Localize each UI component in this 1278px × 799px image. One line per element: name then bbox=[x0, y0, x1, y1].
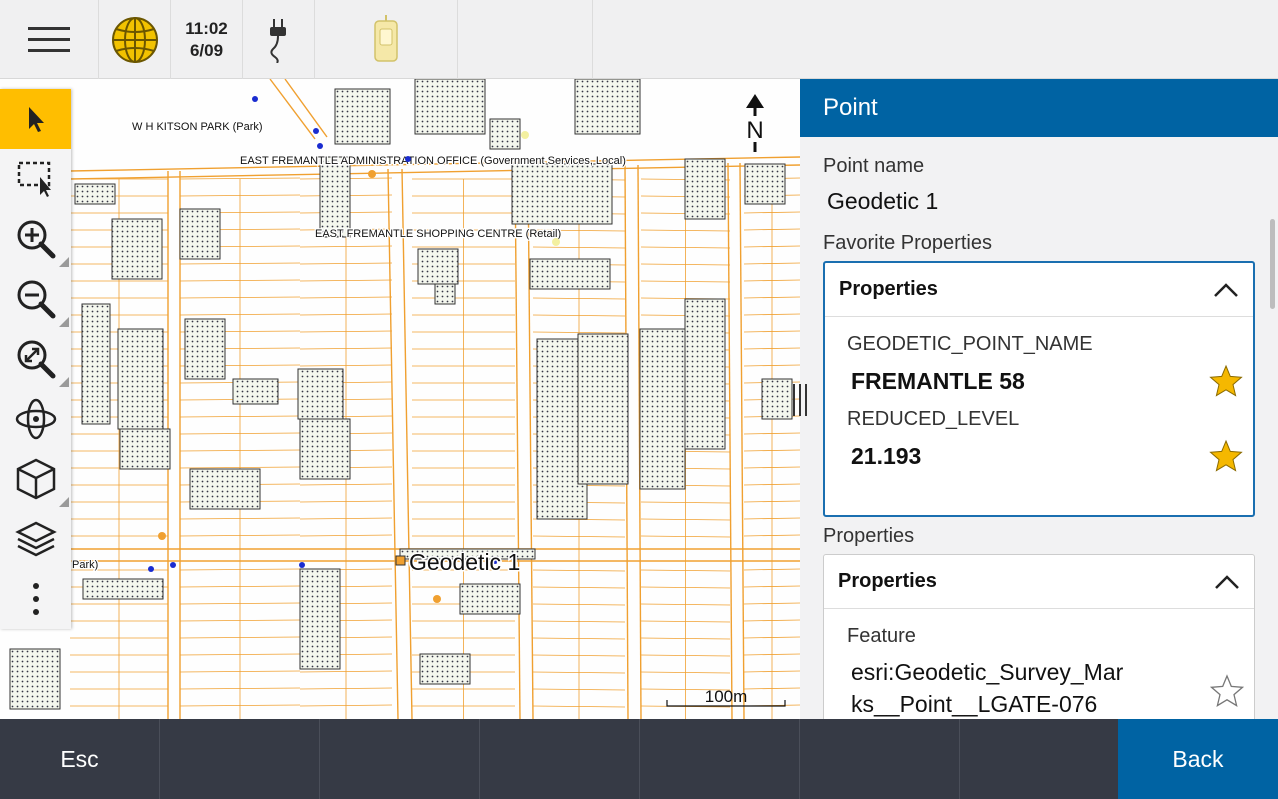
softkey-empty-3 bbox=[480, 719, 640, 799]
favorites-card-header[interactable]: Properties bbox=[825, 263, 1253, 317]
favorites-card-title: Properties bbox=[839, 278, 938, 300]
esc-label: Esc bbox=[60, 745, 99, 772]
scale-label: 100m bbox=[705, 687, 748, 706]
cube-view-icon bbox=[16, 458, 55, 500]
star-filled-icon[interactable] bbox=[1209, 364, 1243, 398]
receiver-icon bbox=[374, 14, 398, 62]
selected-point-label: Geodetic 1 bbox=[409, 549, 520, 575]
label-park1: W H KITSON PARK (Park) bbox=[132, 121, 263, 133]
zoom-extents-button[interactable] bbox=[0, 329, 71, 389]
back-label: Back bbox=[1172, 745, 1224, 772]
back-button[interactable]: Back bbox=[1118, 719, 1278, 799]
status-bar-right bbox=[800, 0, 1278, 79]
map-view[interactable]: W H KITSON PARK (Park) EAST FREMANTLE AD… bbox=[0, 79, 800, 719]
point-name-value[interactable]: Geodetic 1 bbox=[827, 188, 1255, 215]
zoom-out-icon bbox=[17, 280, 55, 319]
label-shopping: EAST FREMANTLE SHOPPING CENTRE (Retail) bbox=[315, 228, 561, 240]
properties-card[interactable]: Properties Feature esri:Geodetic_Survey_… bbox=[823, 554, 1255, 719]
star-outline-icon[interactable] bbox=[1210, 674, 1244, 708]
bottom-action-bar: Esc Back bbox=[0, 719, 1278, 799]
softkey-empty-2 bbox=[320, 719, 480, 799]
properties-card-title: Properties bbox=[838, 570, 937, 592]
select-box-icon bbox=[17, 161, 51, 197]
star-filled-icon[interactable] bbox=[1209, 439, 1243, 473]
selected-point-marker[interactable]: Geodetic 1 bbox=[395, 548, 522, 577]
favorite-key-1: REDUCED_LEVEL bbox=[847, 408, 1020, 430]
orbit-icon bbox=[15, 398, 56, 440]
status-slot-empty-1 bbox=[458, 0, 593, 79]
feature-value-line2: ks__Point__LGATE-076 bbox=[851, 691, 1098, 717]
point-name-label: Point name bbox=[823, 155, 925, 177]
clock[interactable]: 11:02 6/09 bbox=[171, 0, 243, 79]
north-arrow-icon: N bbox=[745, 94, 765, 152]
select-box-tool-button[interactable] bbox=[0, 149, 71, 209]
chevron-up-icon[interactable] bbox=[1214, 574, 1240, 590]
panel-header: Point bbox=[800, 79, 1278, 137]
feature-value-line1: esri:Geodetic_Survey_Mar bbox=[851, 659, 1124, 685]
layers-button[interactable] bbox=[0, 509, 71, 569]
status-slot-empty-2 bbox=[593, 0, 800, 79]
favorite-key-0: GEODETIC_POINT_NAME bbox=[847, 333, 1093, 355]
status-bar: 11:02 6/09 bbox=[0, 0, 800, 79]
power-button[interactable] bbox=[243, 0, 315, 79]
date-text: 6/09 bbox=[189, 40, 224, 60]
receiver-button[interactable] bbox=[315, 0, 458, 79]
label-admin: EAST FREMANTLE ADMINISTRATION OFFICE (Go… bbox=[240, 155, 626, 167]
map-canvas[interactable]: W H KITSON PARK (Park) EAST FREMANTLE AD… bbox=[0, 79, 800, 719]
chevron-up-icon[interactable] bbox=[1213, 282, 1239, 298]
layers-icon bbox=[14, 521, 57, 557]
power-plug-icon bbox=[269, 18, 286, 63]
esc-button[interactable]: Esc bbox=[0, 719, 160, 799]
favorite-value-0: FREMANTLE 58 bbox=[851, 367, 1025, 394]
globe-button[interactable] bbox=[99, 0, 171, 79]
north-label: N bbox=[746, 117, 763, 144]
select-tool-button[interactable] bbox=[0, 89, 71, 149]
buildings bbox=[9, 79, 793, 710]
point-details-panel: Point Point name Geodetic 1 Favorite Pro… bbox=[800, 79, 1278, 719]
feature-key: Feature bbox=[847, 625, 916, 647]
zoom-extents-icon bbox=[17, 340, 55, 379]
zoom-in-icon bbox=[17, 220, 55, 259]
favorites-card[interactable]: Properties GEODETIC_POINT_NAME FREMANTLE… bbox=[823, 261, 1255, 517]
softkey-empty-1 bbox=[160, 719, 320, 799]
label-park2: Park) bbox=[72, 559, 98, 571]
scale-bar: 100m bbox=[666, 687, 786, 707]
map-toolbar bbox=[0, 89, 71, 629]
orbit-button[interactable] bbox=[0, 389, 71, 449]
favorite-value-1: 21.193 bbox=[851, 442, 922, 469]
panel-scrollbar[interactable] bbox=[1270, 219, 1275, 309]
globe-icon bbox=[111, 16, 158, 63]
favorites-label: Favorite Properties bbox=[823, 232, 992, 254]
properties-card-header[interactable]: Properties bbox=[824, 555, 1254, 609]
properties-label: Properties bbox=[823, 525, 915, 547]
cube-view-button[interactable] bbox=[0, 449, 71, 509]
panel-resize-handle-icon[interactable] bbox=[789, 382, 811, 418]
more-vertical-icon bbox=[32, 583, 39, 615]
hamburger-icon bbox=[28, 26, 70, 52]
zoom-out-button[interactable] bbox=[0, 269, 71, 329]
softkey-empty-4 bbox=[640, 719, 800, 799]
softkey-empty-6 bbox=[960, 719, 1120, 799]
panel-title: Point bbox=[823, 94, 878, 121]
select-arrow-icon bbox=[28, 107, 44, 132]
more-tools-button[interactable] bbox=[0, 569, 71, 629]
time-text: 11:02 bbox=[185, 18, 228, 38]
softkey-empty-5 bbox=[800, 719, 960, 799]
menu-button[interactable] bbox=[0, 0, 99, 79]
zoom-in-button[interactable] bbox=[0, 209, 71, 269]
